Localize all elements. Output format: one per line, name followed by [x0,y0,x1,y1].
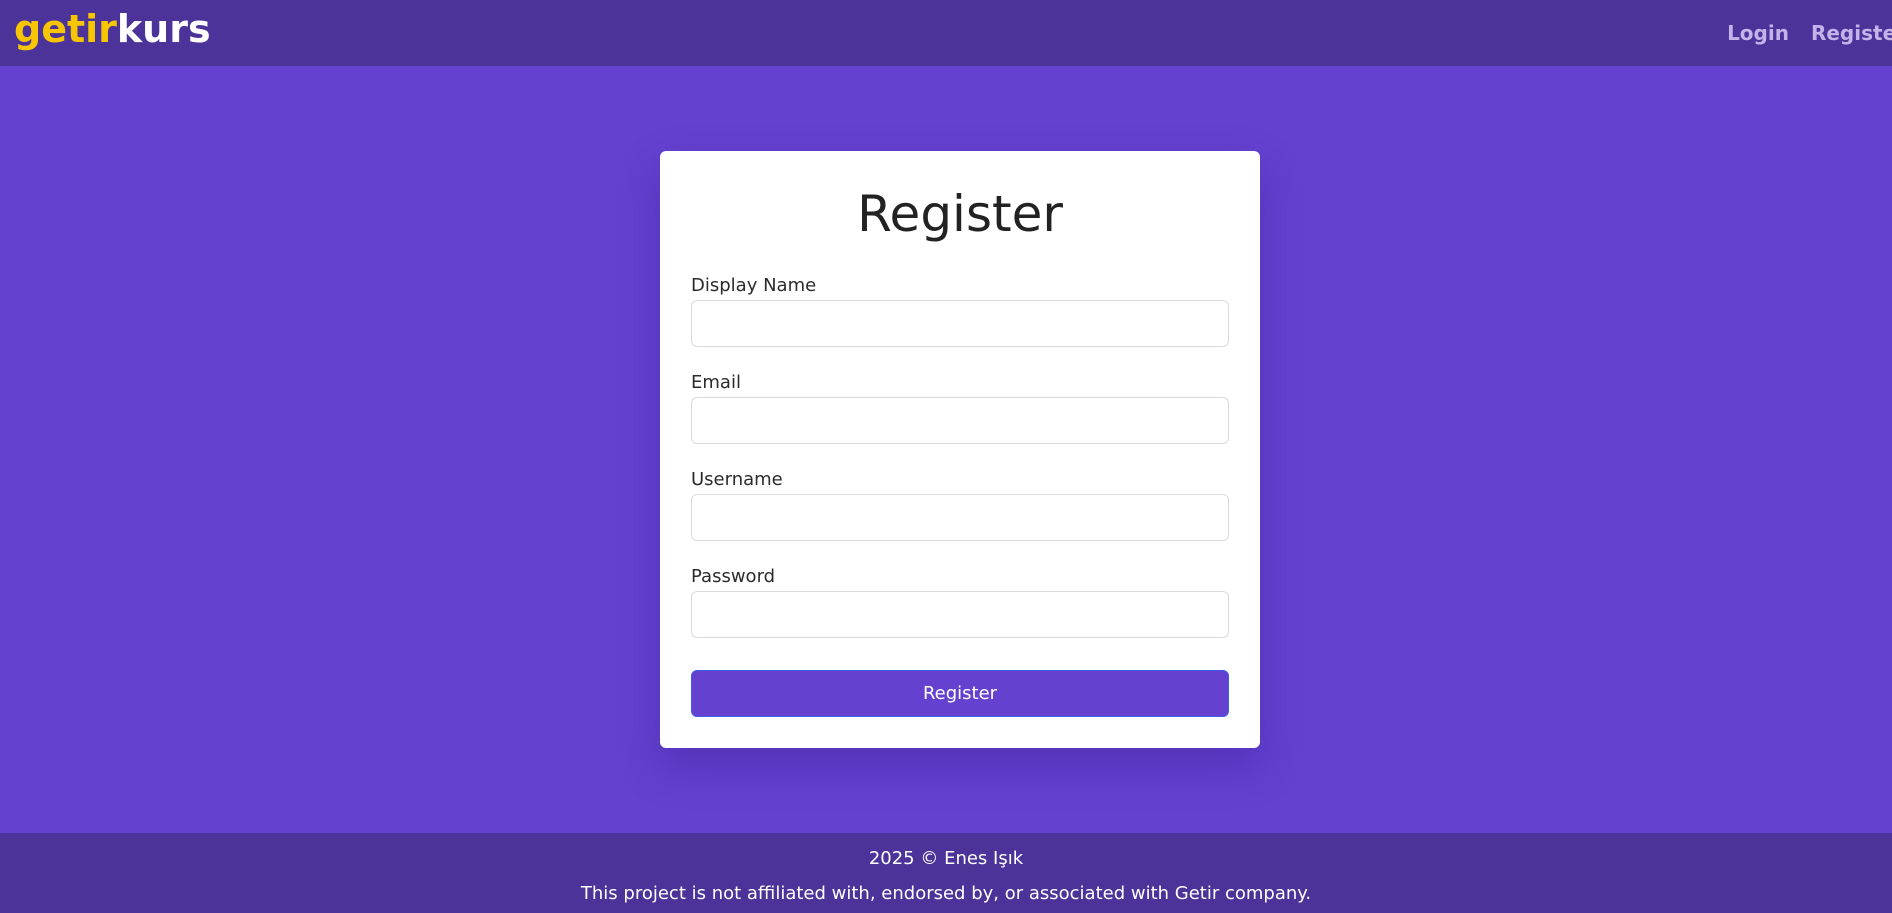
email-label: Email [691,372,741,393]
register-button[interactable]: Register [691,670,1229,717]
email-field-group: Email [691,372,1229,444]
footer-copyright: 2025 © Enes Işık [868,848,1024,869]
password-label: Password [691,566,776,587]
password-field-group: Password [691,566,1229,638]
navbar: getirkurs Login Register [0,0,1892,66]
display-name-field-group: Display Name [691,275,1229,347]
nav-login-link[interactable]: Login [1727,21,1789,45]
register-card: Register Display Name Email Username Pas… [660,151,1260,748]
email-input[interactable] [691,397,1229,444]
username-label: Username [691,469,783,490]
nav-register-link[interactable]: Register [1811,21,1892,45]
password-input[interactable] [691,591,1229,638]
brand-logo[interactable]: getirkurs [14,10,211,48]
username-input[interactable] [691,494,1229,541]
brand-logo-part2: kurs [116,7,211,51]
username-field-group: Username [691,469,1229,541]
brand-logo-part1: getir [14,7,117,51]
display-name-input[interactable] [691,300,1229,347]
footer: 2025 © Enes Işık This project is not aff… [0,833,1892,913]
footer-disclaimer: This project is not affiliated with, end… [580,883,1312,904]
page-title: Register [857,185,1063,243]
nav-links: Login Register [1705,0,1892,66]
display-name-label: Display Name [691,275,817,296]
